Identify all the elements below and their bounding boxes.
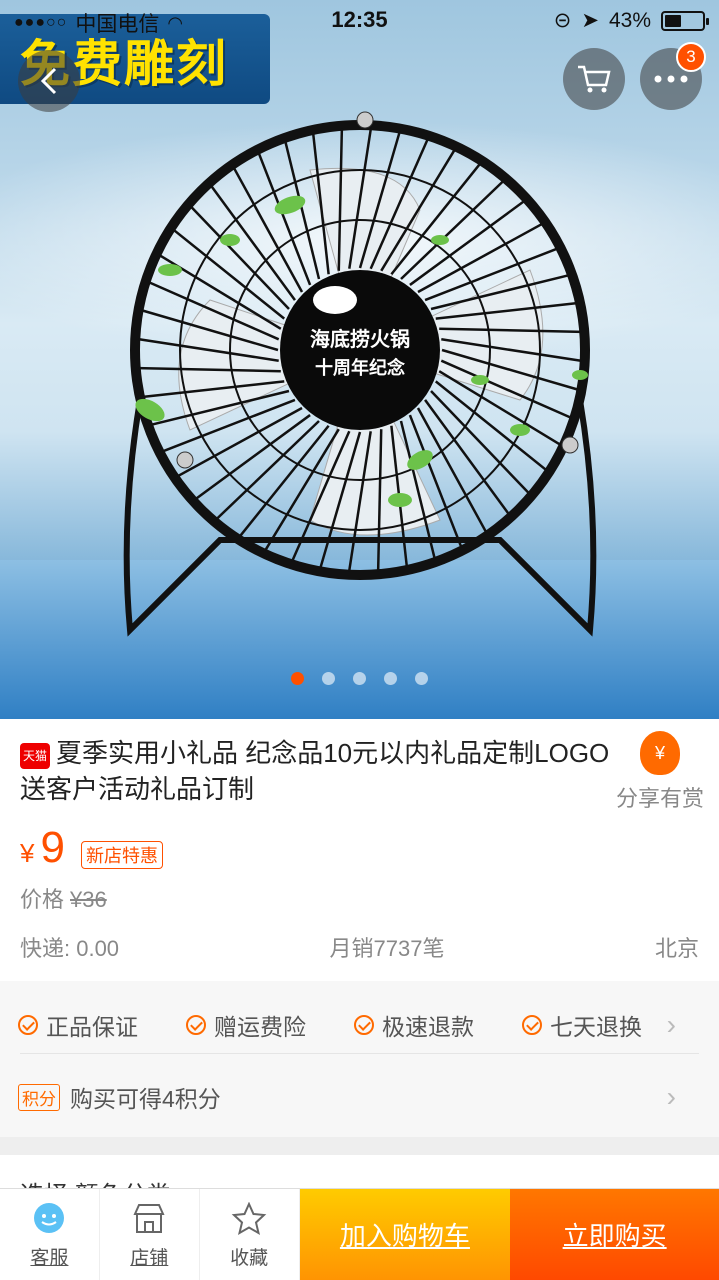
- cart-button[interactable]: [563, 48, 625, 110]
- tmall-badge: 天猫: [20, 743, 50, 769]
- points-text: 购买可得4积分: [70, 1086, 221, 1112]
- check-circle-icon: [354, 1015, 374, 1035]
- battery-icon: [661, 10, 709, 31]
- more-button[interactable]: 3: [640, 42, 706, 110]
- customer-service-button[interactable]: 客服: [0, 1189, 100, 1280]
- carousel-dot: [322, 672, 335, 685]
- customer-service-label: 客服: [30, 1248, 69, 1269]
- points-tag: 积分: [18, 1083, 60, 1111]
- favorite-label: 收藏: [230, 1248, 269, 1269]
- money-bag-icon: ¥: [640, 731, 680, 775]
- carousel-dot: [353, 672, 366, 685]
- back-button[interactable]: [18, 50, 80, 112]
- chevron-left-icon: [40, 67, 57, 95]
- service-item: 极速退款: [354, 1008, 522, 1042]
- store-button[interactable]: 店铺: [100, 1189, 200, 1280]
- location-icon: ➤: [581, 9, 599, 32]
- monthly-sales: 月销7737笔: [329, 936, 445, 961]
- price-value: 9: [40, 823, 65, 872]
- cart-icon: [578, 65, 611, 93]
- check-circle-icon: [522, 1015, 542, 1035]
- shipping-fee: 快递: 0.00: [20, 936, 120, 961]
- service-item: 正品保证: [18, 1008, 186, 1042]
- product-title: 天猫 夏季实用小礼品 纪念品10元以内礼品定制LOGO送客户活动礼品订制: [20, 735, 610, 807]
- star-icon: [229, 1199, 269, 1239]
- carousel-dot: [415, 672, 428, 685]
- battery-percent: 43%: [608, 8, 651, 32]
- favorite-button[interactable]: 收藏: [200, 1189, 300, 1280]
- service-label: 七天退换: [550, 1014, 642, 1040]
- fan-logo-line2: 十周年纪念: [315, 357, 405, 379]
- buy-now-button[interactable]: 立即购买: [510, 1189, 719, 1280]
- ship-from-location: 北京: [654, 936, 699, 961]
- chat-bubble-icon: [29, 1199, 69, 1239]
- service-section: 正品保证 赠运费险 极速退款 七天退换 › 积分 购买可得4积分 ›: [0, 981, 719, 1137]
- original-price: 价格 ¥36: [20, 882, 107, 914]
- fan-product-image: 海底捞火锅 十周年纪念: [123, 111, 597, 637]
- store-icon: [129, 1199, 169, 1239]
- original-price-label: 价格: [20, 887, 65, 912]
- product-title-text: 夏季实用小礼品 纪念品10元以内礼品定制LOGO送客户活动礼品订制: [20, 738, 610, 804]
- bottom-action-bar: 客服 店铺 收藏 加入购物车 立即购买: [0, 1188, 719, 1280]
- fan-spoke: [257, 152, 312, 286]
- add-to-cart-button[interactable]: 加入购物车: [299, 1189, 511, 1280]
- rotation-lock-icon: ⊝: [553, 9, 572, 32]
- share-label: 分享有赏: [615, 786, 704, 811]
- more-icon: [654, 75, 688, 83]
- shipping-sales-location: 快递: 0.00 月销7737笔 北京: [20, 931, 699, 963]
- fan-logo-line1: 海底捞火锅: [310, 327, 410, 351]
- currency-symbol: ¥: [20, 838, 35, 868]
- service-guarantees[interactable]: 正品保证 赠运费险 极速退款 七天退换 ›: [18, 999, 698, 1051]
- service-item: 赠运费险: [186, 1008, 354, 1042]
- service-label: 极速退款: [382, 1014, 474, 1040]
- product-info: 天猫 夏季实用小礼品 纪念品10元以内礼品定制LOGO送客户活动礼品订制 ¥ 分享…: [0, 719, 719, 981]
- check-circle-icon: [18, 1015, 38, 1035]
- service-label: 正品保证: [46, 1014, 138, 1040]
- notification-badge: 3: [676, 42, 706, 72]
- carousel-dot: [384, 672, 397, 685]
- product-image-carousel[interactable]: 海底捞火锅 十周年纪念: [0, 0, 719, 719]
- chevron-right-icon: ›: [666, 1009, 676, 1040]
- status-bar: ●●●○○ 中国电信 ◠ 12:35 ⊝ ➤ 43%: [0, 0, 719, 40]
- original-price-value: ¥36: [70, 887, 107, 912]
- carousel-indicator: [0, 672, 719, 685]
- share-reward-button[interactable]: ¥ 分享有赏: [613, 731, 707, 813]
- store-label: 店铺: [130, 1248, 169, 1269]
- chevron-right-icon: ›: [666, 1081, 676, 1112]
- points-row[interactable]: 积分 购买可得4积分 ›: [18, 1073, 698, 1121]
- carousel-dot: [291, 672, 304, 685]
- check-circle-icon: [186, 1015, 206, 1035]
- service-item: 七天退换: [522, 1008, 690, 1042]
- service-label: 赠运费险: [214, 1014, 306, 1040]
- promo-tag: 新店特惠: [80, 841, 163, 869]
- section-gap: [0, 1137, 719, 1155]
- divider: [20, 1053, 699, 1054]
- price: ¥ 9 新店特惠: [20, 823, 163, 873]
